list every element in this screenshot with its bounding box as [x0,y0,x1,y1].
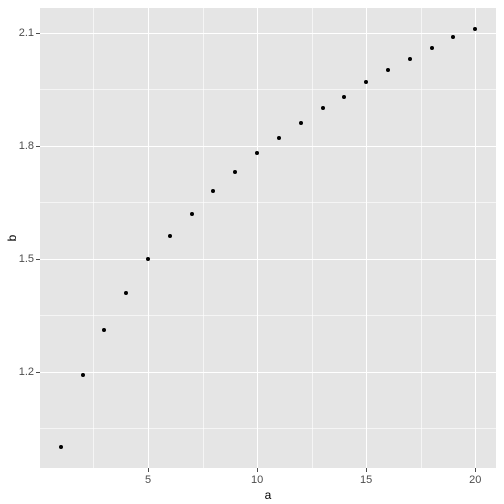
x-tick-mark [148,468,149,472]
gridline-minor-v [203,8,204,468]
x-tick-mark [475,468,476,472]
data-point [59,445,63,449]
data-point [299,121,303,125]
x-tick-label: 20 [469,474,481,486]
data-point [255,151,259,155]
data-point [102,328,106,332]
x-tick-label: 15 [360,474,372,486]
gridline-major-h [40,33,496,34]
x-tick-mark [257,468,258,472]
gridline-minor-v [312,8,313,468]
x-tick-label: 5 [145,474,151,486]
data-point [277,136,281,140]
data-point [233,170,237,174]
data-point [408,57,412,61]
y-tick-label: 1.5 [19,253,34,265]
y-tick-mark [36,33,40,34]
data-point [451,35,455,39]
plot-panel [40,8,496,468]
gridline-major-h [40,372,496,373]
gridline-major-v [475,8,476,468]
gridline-minor-v [93,8,94,468]
data-point [124,291,128,295]
data-point [386,68,390,72]
data-point [211,189,215,193]
x-tick-label: 10 [251,474,263,486]
x-axis-title: a [265,488,272,502]
scatter-chart: 5 10 15 20 1.2 1.5 1.8 2.1 a b [0,0,504,504]
gridline-minor-h [40,428,496,429]
gridline-minor-h [40,202,496,203]
gridline-minor-v [421,8,422,468]
x-tick-mark [366,468,367,472]
gridline-major-v [366,8,367,468]
y-tick-mark [36,372,40,373]
gridline-major-v [148,8,149,468]
gridline-major-h [40,259,496,260]
y-tick-mark [36,146,40,147]
gridline-minor-h [40,89,496,90]
y-tick-label: 1.8 [19,140,34,152]
data-point [364,80,368,84]
y-tick-mark [36,259,40,260]
gridline-minor-h [40,315,496,316]
y-tick-label: 1.2 [19,366,34,378]
data-point [321,106,325,110]
data-point [342,95,346,99]
data-point [146,257,150,261]
gridline-major-h [40,146,496,147]
gridline-major-v [257,8,258,468]
data-point [473,27,477,31]
y-axis-title: b [5,235,19,242]
data-point [430,46,434,50]
data-point [190,212,194,216]
data-point [81,373,85,377]
data-point [168,234,172,238]
y-tick-label: 2.1 [19,27,34,39]
